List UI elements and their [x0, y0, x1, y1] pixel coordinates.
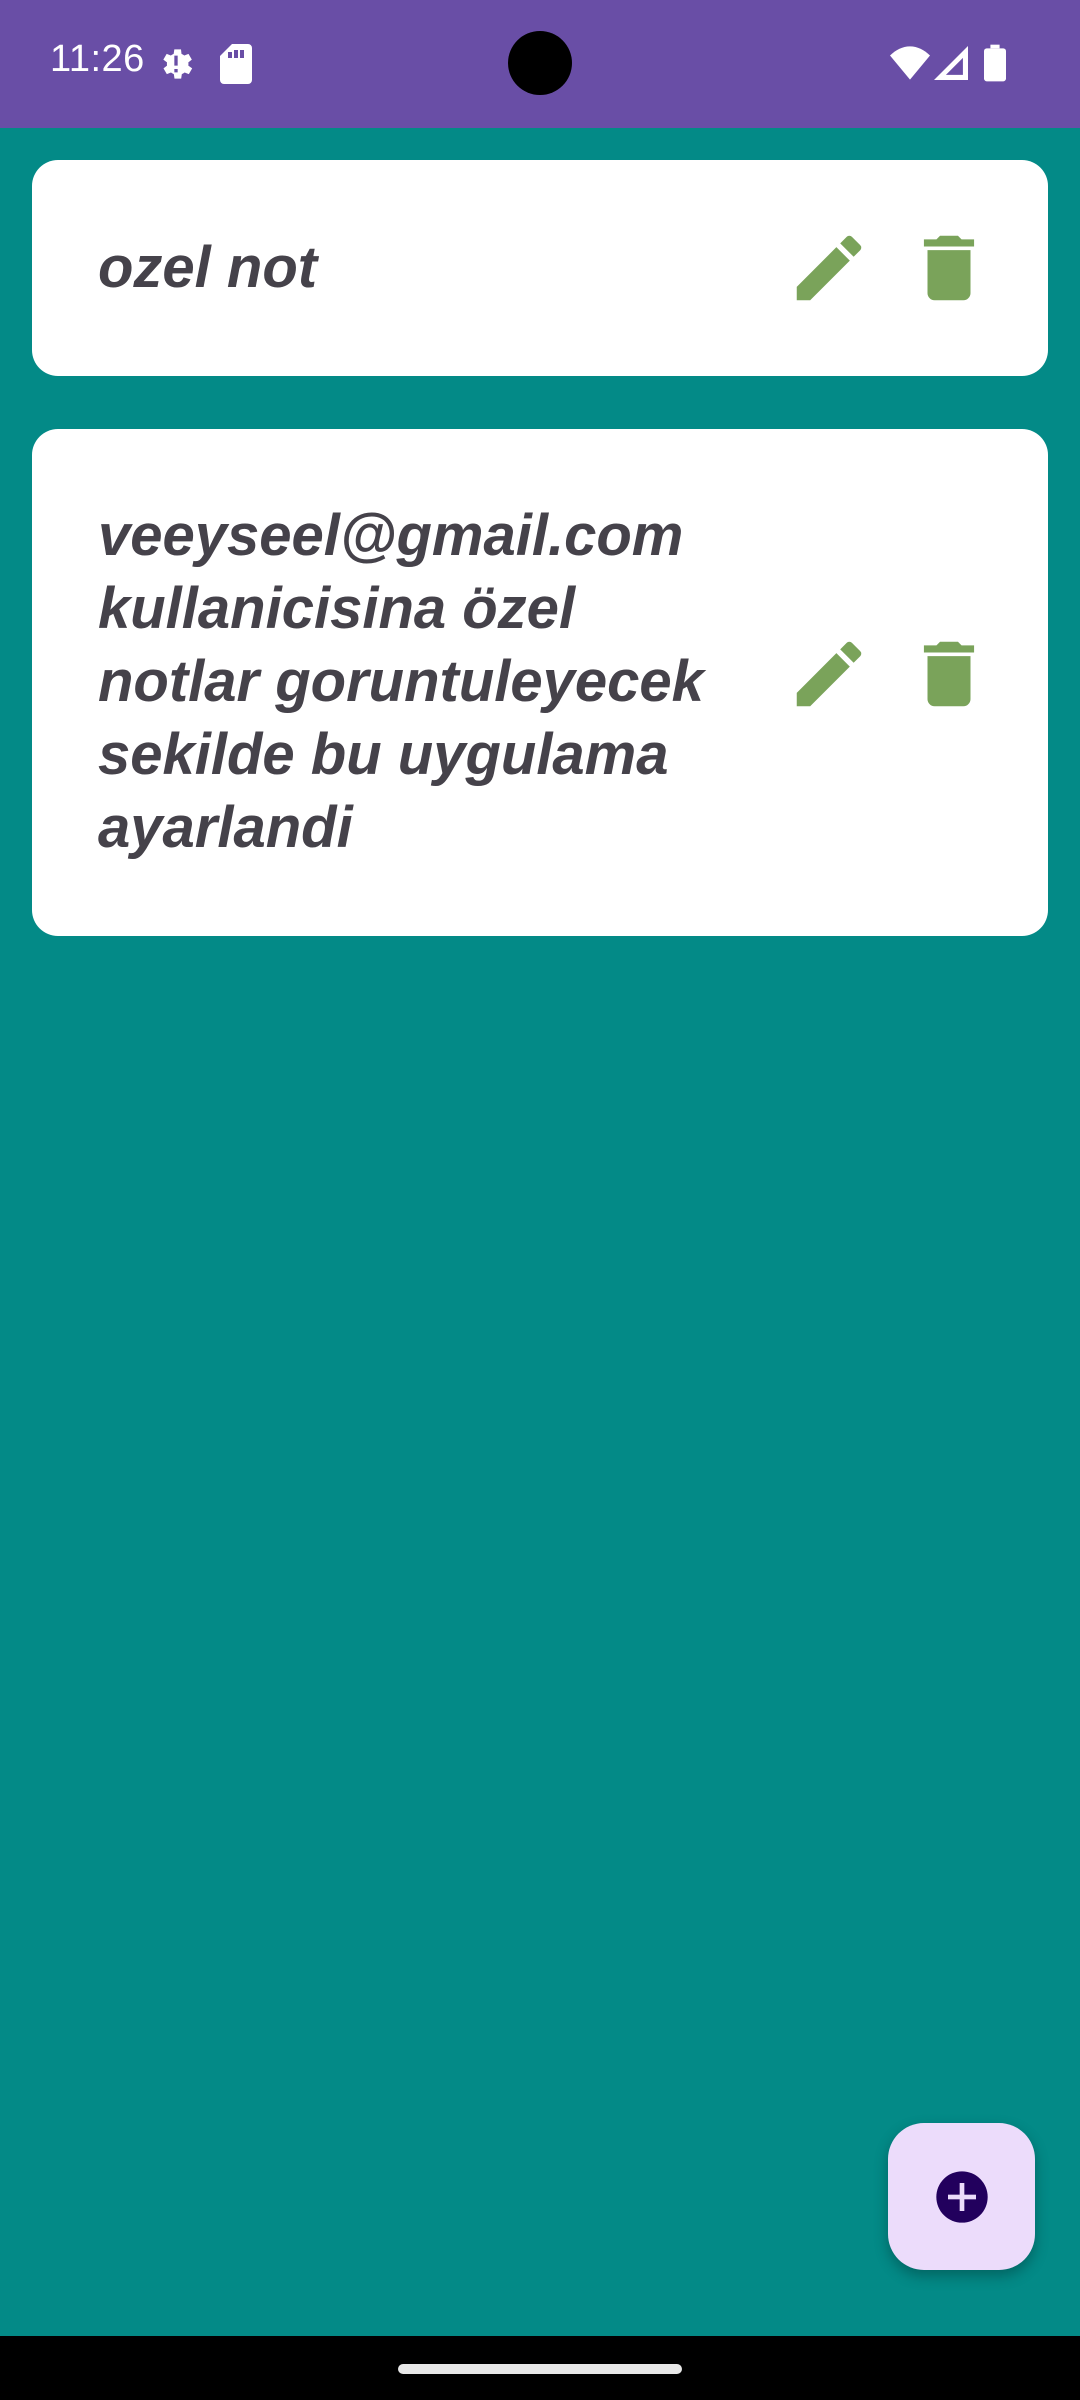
- trash-icon: [923, 235, 975, 301]
- pencil-icon: [796, 641, 862, 707]
- pencil-icon: [796, 235, 862, 301]
- navigation-bar: [0, 2336, 1080, 2400]
- note-card[interactable]: ozel not: [32, 160, 1048, 376]
- note-card[interactable]: veeyseel@gmail.com kullanicisina özel no…: [32, 429, 1048, 936]
- home-indicator[interactable]: [398, 2364, 682, 2374]
- cell-signal-icon: [934, 46, 968, 80]
- delete-note-button[interactable]: [904, 223, 994, 313]
- edit-note-button[interactable]: [784, 629, 874, 719]
- add-note-fab[interactable]: [888, 2123, 1035, 2270]
- sd-card-icon: [220, 44, 252, 84]
- trash-icon: [923, 641, 975, 707]
- status-bar: 11:26: [0, 0, 1080, 128]
- edit-note-button[interactable]: [784, 223, 874, 313]
- settings-gear-icon: [163, 49, 193, 79]
- camera-cutout: [508, 31, 572, 95]
- battery-icon: [984, 44, 1006, 82]
- wifi-icon: [890, 46, 930, 80]
- note-text: veeyseel@gmail.com kullanicisina özel no…: [98, 503, 704, 860]
- note-text: ozel not: [98, 235, 318, 300]
- status-time: 11:26: [50, 38, 145, 80]
- delete-note-button[interactable]: [904, 629, 994, 719]
- add-circle-icon: [935, 2170, 988, 2223]
